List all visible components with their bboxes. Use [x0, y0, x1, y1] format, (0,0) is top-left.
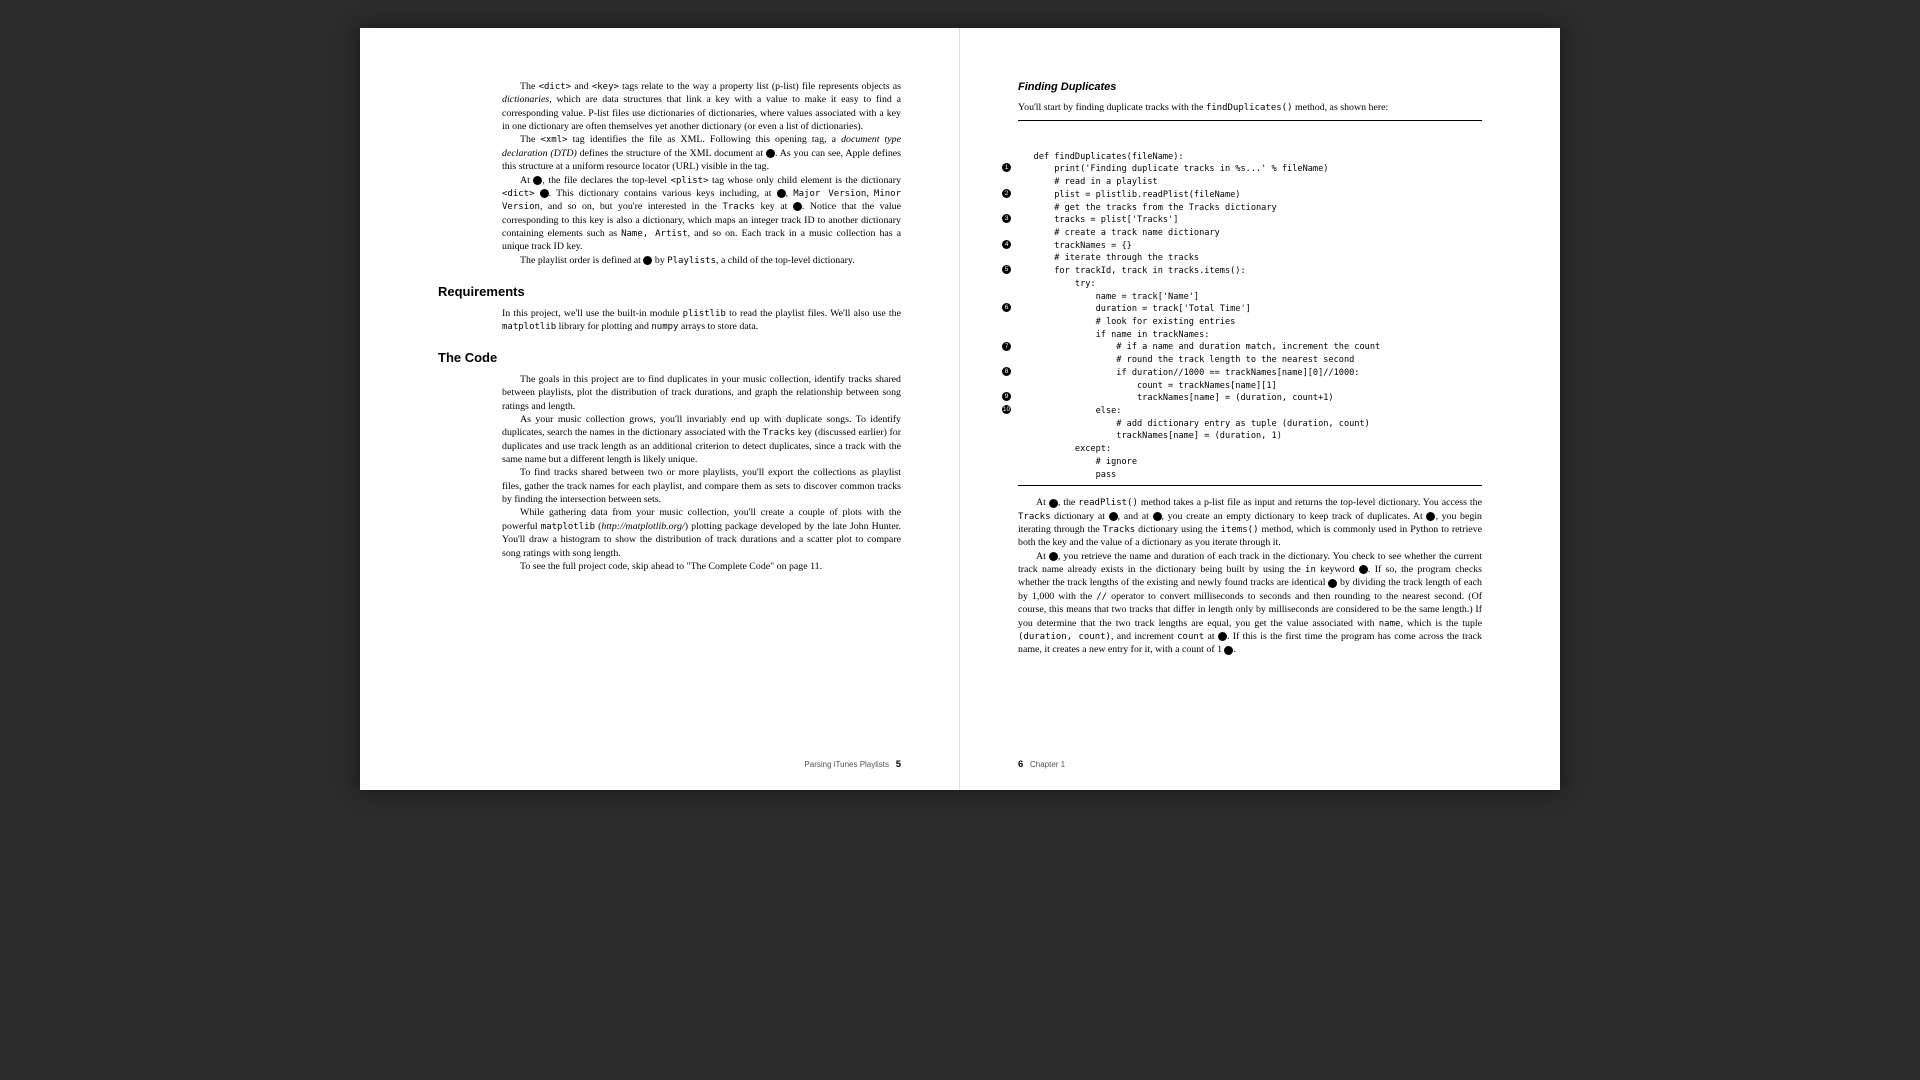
paragraph: At 2, the file declares the top-level <p…	[502, 174, 901, 254]
paragraph: The <dict> and <key> tags relate to the …	[502, 80, 901, 133]
page-left: The <dict> and <key> tags relate to the …	[360, 28, 960, 790]
paragraph: In this project, we'll use the built-in …	[502, 307, 901, 334]
paragraph: The <xml> tag identifies the file as XML…	[502, 133, 901, 173]
paragraph: To find tracks shared between two or mor…	[502, 466, 901, 506]
paragraph: You'll start by finding duplicate tracks…	[1018, 101, 1482, 114]
page-footer: Parsing iTunes Playlists 5	[804, 759, 901, 772]
paragraph: At 1, the readPlist() method takes a p-l…	[1018, 496, 1482, 549]
heading-requirements: Requirements	[438, 283, 901, 301]
paragraph: The playlist order is defined at 6 by Pl…	[502, 254, 901, 267]
code-listing: 12345678910 def findDuplicates(fileName)…	[1018, 120, 1482, 486]
paragraph: At 5, you retrieve the name and duration…	[1018, 550, 1482, 657]
paragraph: While gathering data from your music col…	[502, 506, 901, 559]
heading-code: The Code	[438, 349, 901, 367]
page-footer: 6 Chapter 1	[1018, 759, 1065, 772]
page-right: Finding Duplicates You'll start by findi…	[960, 28, 1560, 790]
paragraph: To see the full project code, skip ahead…	[502, 560, 901, 573]
paragraph: As your music collection grows, you'll i…	[502, 413, 901, 466]
paragraph: The goals in this project are to find du…	[502, 373, 901, 413]
heading-finding-duplicates: Finding Duplicates	[1018, 80, 1482, 95]
book-spread: The <dict> and <key> tags relate to the …	[360, 28, 1560, 790]
